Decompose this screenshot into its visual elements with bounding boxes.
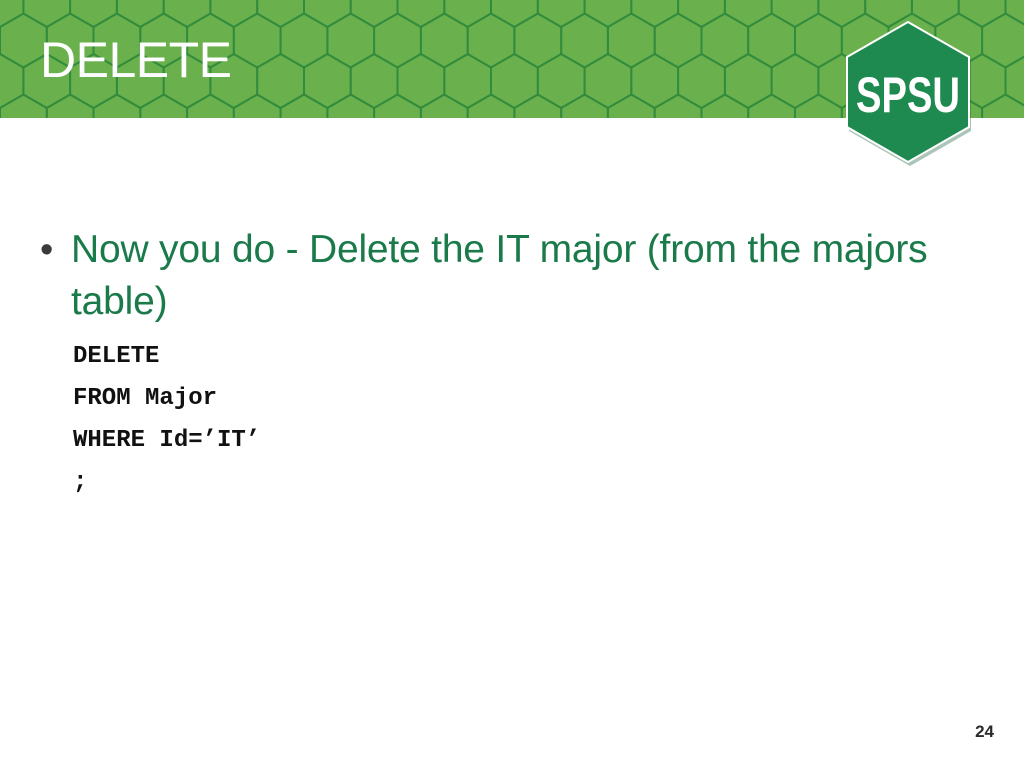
bullet-mark: • xyxy=(40,229,54,271)
code-line: DELETE xyxy=(73,343,160,370)
sql-code-block: DELETE FROM Major WHERE Id=’IT’ ; xyxy=(73,336,940,504)
code-line: ; xyxy=(73,469,88,496)
slide-content: • Now you do - Delete the IT major (from… xyxy=(40,224,940,504)
bullet-text: Now you do - Delete the IT major (from t… xyxy=(71,228,928,323)
page-number: 24 xyxy=(975,722,994,741)
code-line: FROM Major xyxy=(73,385,218,412)
slide-title: DELETE xyxy=(40,32,232,88)
logo-text: SPSU xyxy=(856,67,960,123)
spsu-logo: SPSU xyxy=(843,20,973,168)
code-line: WHERE Id=’IT’ xyxy=(73,427,261,454)
bullet-item: • Now you do - Delete the IT major (from… xyxy=(40,224,940,328)
slide: DELETE SPSU • Now you do - Delete the IT… xyxy=(0,0,1024,768)
